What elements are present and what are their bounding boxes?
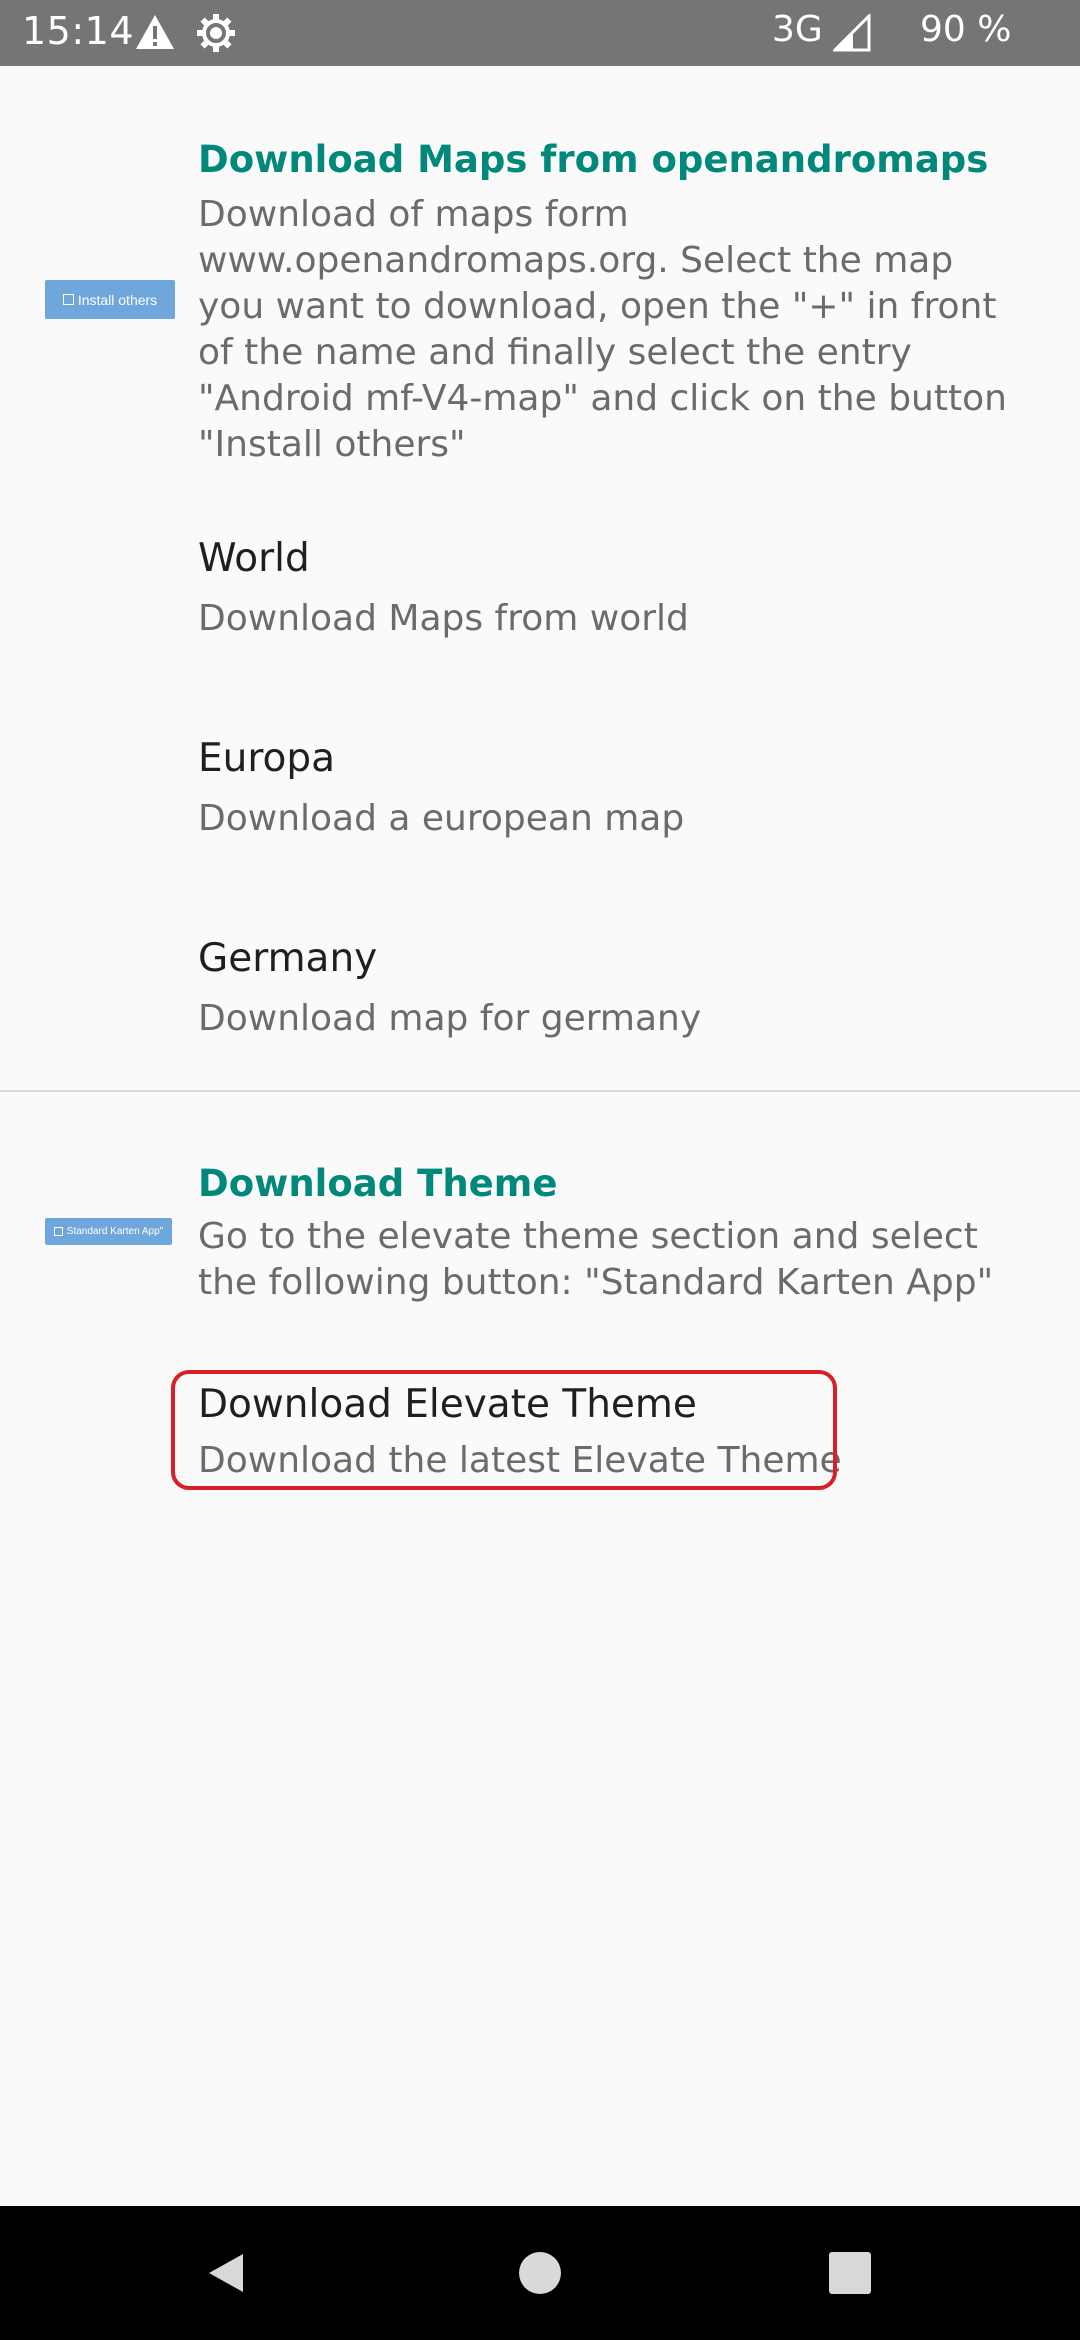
item-title: World — [198, 536, 310, 581]
back-icon[interactable] — [156, 2206, 296, 2340]
section-summary: Download of maps form www.openandromaps.… — [198, 194, 1007, 465]
status-bar: 15:14 3G 90 % — [0, 0, 1080, 66]
section-title: Download Theme — [198, 1162, 558, 1205]
login-icon — [53, 1227, 63, 1236]
item-summary: Download map for germany — [198, 998, 702, 1039]
gear-icon — [196, 13, 236, 53]
item-title: Germany — [198, 936, 378, 981]
item-title: Europa — [198, 736, 336, 781]
thumbnail-label: Install others — [77, 291, 158, 308]
list-item-world[interactable]: World Download Maps from world — [0, 500, 1080, 670]
item-summary: Download Maps from world — [198, 598, 689, 639]
install-others-thumbnail: Install others — [45, 280, 175, 319]
list-item-germany[interactable]: Germany Download map for germany — [0, 900, 1080, 1070]
maps-section-header[interactable]: Install others Download Maps from openan… — [0, 66, 1080, 486]
navigation-bar — [0, 2206, 1080, 2340]
home-icon[interactable] — [470, 2206, 610, 2340]
battery-level: 90 % — [920, 9, 1012, 50]
recents-icon[interactable] — [780, 2206, 920, 2340]
item-summary: Download a european map — [198, 798, 685, 839]
thumbnail-label: Standard Karten App" — [66, 1226, 164, 1237]
warning-icon — [135, 14, 175, 50]
network-type: 3G — [772, 9, 823, 50]
signal-icon — [831, 12, 871, 52]
status-time: 15:14 — [22, 9, 135, 53]
standard-karten-thumbnail: Standard Karten App" — [45, 1218, 172, 1245]
section-title: Download Maps from openandromaps — [198, 138, 989, 181]
highlight-box — [171, 1370, 837, 1490]
login-icon — [62, 294, 74, 305]
section-summary: Go to the elevate theme section and sele… — [198, 1216, 994, 1303]
theme-section-header[interactable]: Standard Karten App" Download Theme Go t… — [0, 1130, 1080, 1330]
list-item-europa[interactable]: Europa Download a european map — [0, 700, 1080, 870]
section-divider — [0, 1090, 1080, 1092]
